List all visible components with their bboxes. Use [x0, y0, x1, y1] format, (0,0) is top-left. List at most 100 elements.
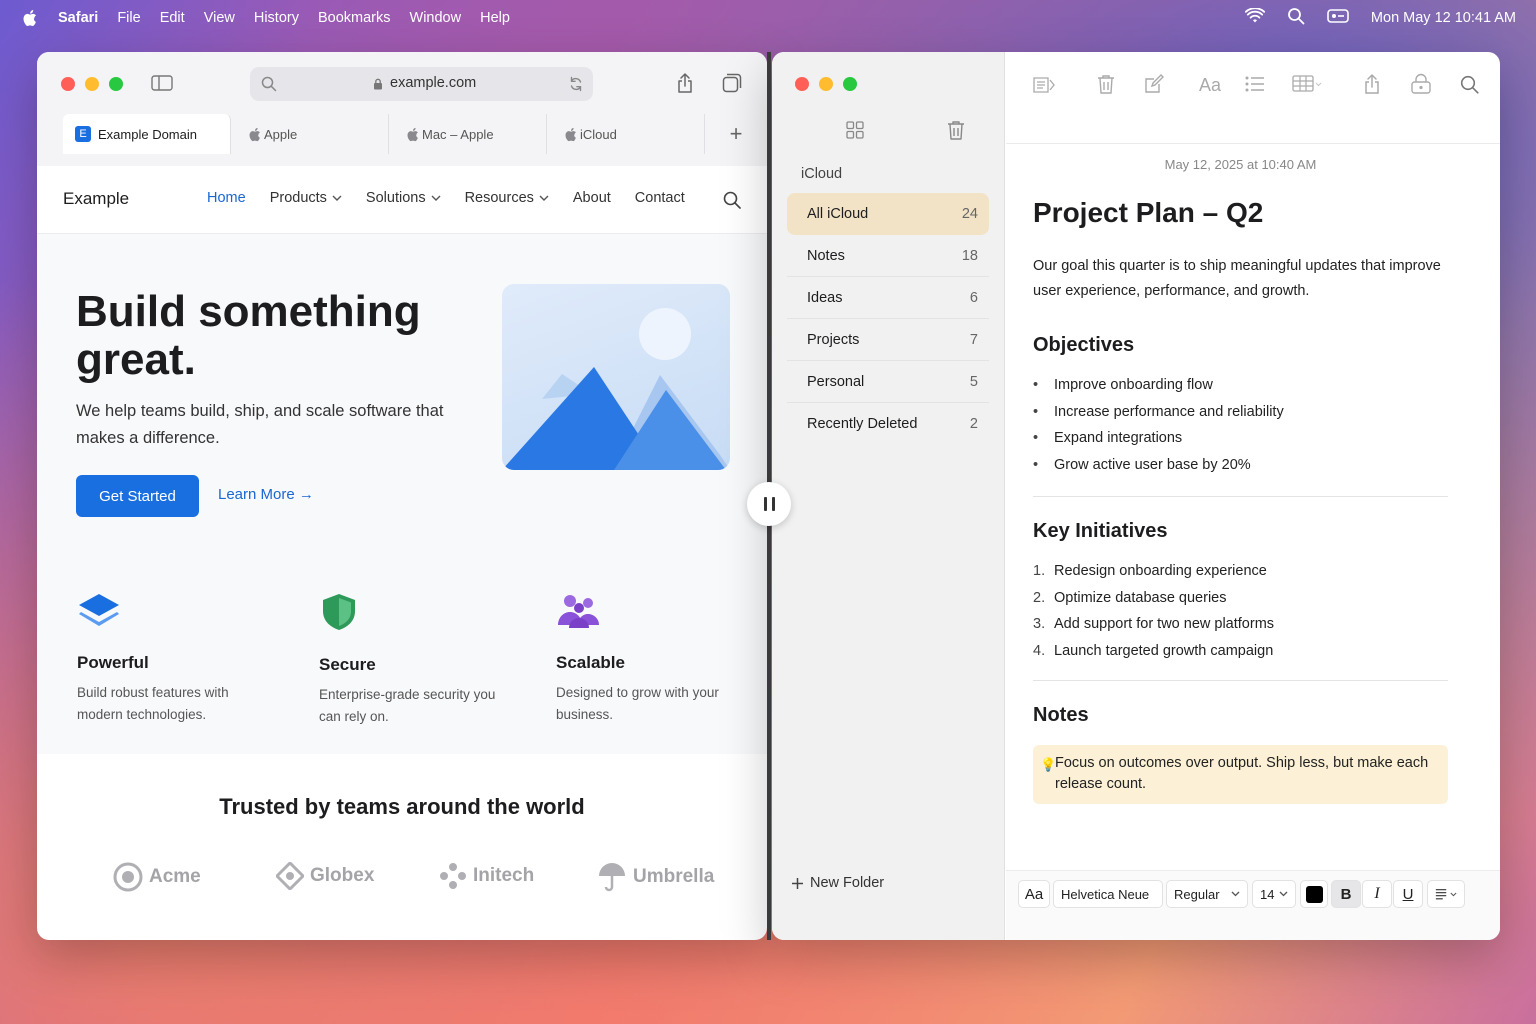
zoom-button[interactable] [109, 77, 123, 91]
menu-help[interactable]: Help [480, 10, 510, 26]
font-style-select[interactable]: Regular [1166, 880, 1248, 908]
menu-history[interactable]: History [254, 10, 299, 26]
list-item: • Improve onboarding flow [1033, 377, 1213, 394]
nav-about[interactable]: About [573, 190, 611, 206]
menu-edit[interactable]: Edit [160, 10, 185, 26]
logo-name: Initech [473, 865, 535, 886]
chevron-down-icon [1231, 891, 1240, 897]
new-folder-button[interactable]: New Folder [791, 875, 884, 891]
list-item: • Expand integrations [1033, 430, 1183, 447]
folder-notes[interactable]: Notes 18 [787, 235, 989, 277]
chevron-down-icon [1279, 891, 1288, 897]
gallery-view-icon[interactable] [845, 120, 865, 140]
wifi-icon[interactable] [1244, 7, 1266, 28]
close-button[interactable] [61, 77, 75, 91]
folder-personal[interactable]: Personal 5 [787, 361, 989, 403]
tab-label: iCloud [580, 126, 617, 142]
tab-overview-icon[interactable] [721, 72, 743, 94]
menu-view[interactable]: View [204, 10, 235, 26]
font-size-select[interactable]: 14 [1252, 880, 1296, 908]
share-icon[interactable] [1362, 72, 1382, 96]
sidebar-account-heading: iCloud [801, 166, 843, 182]
tab-example-domain[interactable]: E Example Domain [63, 114, 231, 154]
nav-home[interactable]: Home [207, 190, 246, 206]
divider [1033, 680, 1448, 681]
minimize-button[interactable] [85, 77, 99, 91]
sidebar-toggle-icon[interactable] [150, 73, 174, 93]
tab-apple[interactable]: Apple [231, 114, 389, 154]
split-view-handle-icon[interactable] [747, 482, 791, 526]
italic-button[interactable]: I [1362, 880, 1392, 908]
site-brand[interactable]: Example [63, 189, 129, 209]
list-item: 4. Launch targeted growth campaign [1033, 642, 1274, 659]
folder-projects[interactable]: Projects 7 [787, 319, 989, 361]
logo-acme: Acme [113, 862, 201, 892]
text-format-aa-icon[interactable]: Aa [1197, 74, 1223, 96]
site-nav: Home Products Solutions Resources About … [207, 190, 685, 206]
list-item: 1. Redesign onboarding experience [1033, 563, 1267, 580]
folder-all-icloud[interactable]: All iCloud 24 [787, 193, 989, 235]
divider [1033, 496, 1448, 497]
spotlight-search-icon[interactable] [1287, 7, 1305, 29]
logo-name: Globex [310, 865, 375, 886]
menu-file[interactable]: File [117, 10, 140, 26]
share-icon[interactable] [674, 71, 696, 95]
menu-bookmarks[interactable]: Bookmarks [318, 10, 391, 26]
folder-ideas[interactable]: Ideas 6 [787, 277, 989, 319]
close-button[interactable] [795, 77, 809, 91]
font-family-select[interactable]: Helvetica Neue [1053, 880, 1163, 908]
feature-title: Secure [319, 655, 376, 674]
alignment-menu[interactable] [1427, 880, 1465, 908]
checklist-icon[interactable] [1244, 74, 1266, 94]
reload-icon[interactable] [568, 75, 584, 93]
delete-note-icon[interactable] [1096, 73, 1116, 95]
get-started-button[interactable]: Get Started [76, 475, 199, 517]
apple-menu-icon[interactable] [22, 9, 38, 27]
trusted-heading: Trusted by teams around the world [219, 794, 585, 819]
learn-more-link[interactable]: Learn More → [218, 486, 314, 503]
lock-note-icon[interactable] [1409, 72, 1433, 96]
feature-title: Scalable [556, 653, 625, 672]
nav-resources[interactable]: Resources [465, 190, 549, 206]
notes-sidebar: iCloud All iCloud 24 Notes 18 Ideas 6 Proje… [772, 52, 1005, 940]
minimize-button[interactable] [819, 77, 833, 91]
notes-toolbar: Aa [1006, 52, 1500, 144]
chevron-down-icon [1450, 892, 1457, 896]
table-icon[interactable] [1291, 74, 1323, 94]
address-bar[interactable]: example.com [250, 67, 593, 101]
nav-contact[interactable]: Contact [635, 190, 685, 206]
font-size-aa-button[interactable]: Aa [1018, 880, 1050, 908]
list-item: 3. Add support for two new platforms [1033, 616, 1275, 633]
text-color-swatch[interactable] [1300, 880, 1328, 908]
logo-name: Umbrella [633, 866, 715, 887]
folder-recently-deleted[interactable]: Recently Deleted 2 [787, 403, 989, 445]
search-icon[interactable] [1458, 73, 1480, 95]
format-style-icon[interactable] [1032, 74, 1056, 96]
control-center-icon[interactable] [1327, 8, 1349, 28]
menu-app-name[interactable]: Safari [58, 10, 98, 26]
apple-logo-icon [405, 126, 419, 142]
menu-window[interactable]: Window [410, 10, 462, 26]
zoom-button[interactable] [843, 77, 857, 91]
nav-products[interactable]: Products [270, 190, 342, 206]
address-text: example.com [390, 75, 477, 91]
folder-count: 5 [969, 373, 978, 390]
new-tab-plus-icon[interactable]: + [705, 114, 767, 154]
safari-window: example.com E Example Domain Apple Mac –… [37, 52, 767, 940]
logo-globex: Globex [276, 862, 374, 890]
tab-mac-apple[interactable]: Mac – Apple [389, 114, 547, 154]
plus-icon [792, 877, 803, 889]
compose-icon[interactable] [1143, 73, 1165, 95]
feature-powerful: Powerful Build robust features with mode… [77, 592, 277, 726]
bold-button[interactable]: B [1331, 880, 1361, 908]
favicon-e-icon: E [75, 126, 91, 142]
nav-solutions[interactable]: Solutions [366, 190, 441, 206]
objectives-heading: Objectives [1033, 334, 1135, 356]
trash-icon[interactable] [946, 119, 966, 141]
tab-icloud[interactable]: iCloud [547, 114, 705, 154]
underline-button[interactable]: U [1393, 880, 1423, 908]
site-search-icon[interactable] [722, 190, 742, 210]
menu-clock[interactable]: Mon May 12 10:41 AM [1371, 10, 1516, 26]
logo-initech: Initech [439, 862, 534, 890]
safari-toolbar: example.com E Example Domain Apple Mac –… [37, 52, 767, 166]
